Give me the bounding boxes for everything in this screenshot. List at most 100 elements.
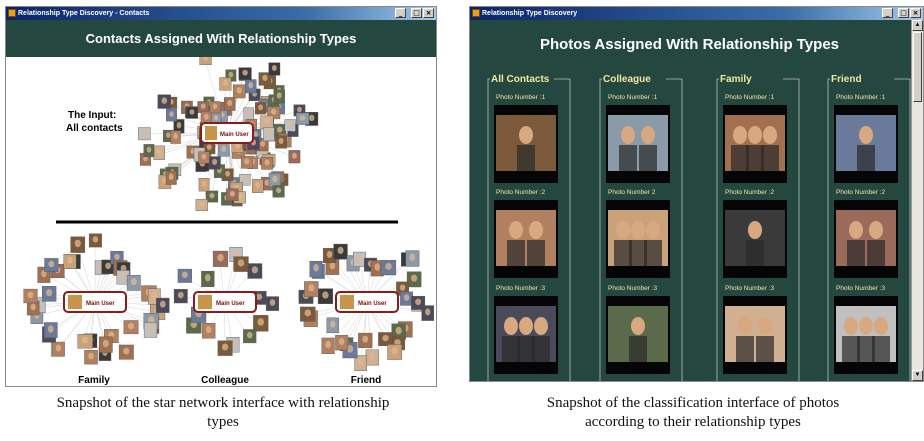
- classified-photo[interactable]: [723, 296, 787, 374]
- contact-photo[interactable]: [126, 275, 141, 291]
- contact-photo[interactable]: [201, 270, 215, 287]
- contact-photo[interactable]: [156, 297, 170, 313]
- main-user-node[interactable]: Main User: [200, 122, 254, 144]
- classified-photo[interactable]: [494, 105, 558, 183]
- contact-photo[interactable]: [406, 271, 422, 288]
- contact-photo[interactable]: [170, 130, 181, 144]
- contact-photo[interactable]: [202, 323, 216, 339]
- classified-photo[interactable]: [723, 200, 787, 278]
- contact-photo[interactable]: [238, 67, 252, 80]
- contact-photo[interactable]: [247, 263, 263, 279]
- contact-photo[interactable]: [233, 256, 249, 272]
- vertical-scrollbar[interactable]: ▲ ▼: [911, 20, 923, 381]
- contact-photo[interactable]: [405, 250, 420, 267]
- classified-photo[interactable]: [723, 105, 787, 183]
- contact-photo[interactable]: [226, 188, 239, 202]
- contact-photo[interactable]: [335, 335, 349, 351]
- contact-photo[interactable]: [243, 329, 257, 344]
- maximize-button[interactable]: □: [411, 8, 422, 18]
- contact-photo[interactable]: [41, 286, 57, 302]
- contact-photo[interactable]: [268, 172, 281, 188]
- contact-photo[interactable]: [380, 260, 397, 276]
- contact-photo[interactable]: [300, 306, 316, 322]
- contact-photo[interactable]: [186, 107, 198, 119]
- contact-photo[interactable]: [199, 57, 212, 66]
- contact-photo[interactable]: [232, 84, 246, 99]
- contact-photo[interactable]: [70, 236, 86, 253]
- contact-photo[interactable]: [295, 112, 310, 125]
- contact-photo[interactable]: [166, 108, 177, 122]
- contact-photo[interactable]: [198, 178, 210, 192]
- contact-photo[interactable]: [268, 62, 281, 76]
- close-button[interactable]: ×: [423, 8, 434, 18]
- friend-main-user-node[interactable]: Main User: [335, 291, 399, 313]
- contact-photo[interactable]: [260, 115, 274, 130]
- contact-photo[interactable]: [326, 317, 339, 334]
- classified-photo[interactable]: [494, 200, 558, 278]
- contact-photo[interactable]: [177, 268, 192, 283]
- contact-photo[interactable]: [153, 145, 165, 160]
- classified-photo[interactable]: [606, 105, 670, 183]
- close-button[interactable]: ×: [910, 8, 921, 18]
- contacts-window-titlebar[interactable]: Relationship Type Discovery - Contacts _…: [6, 7, 436, 20]
- contact-photo[interactable]: [165, 170, 177, 185]
- contact-photo[interactable]: [219, 77, 232, 91]
- contact-photo[interactable]: [138, 127, 151, 141]
- classified-photo[interactable]: [606, 296, 670, 374]
- classified-photo[interactable]: [834, 296, 898, 374]
- contact-photo[interactable]: [77, 333, 93, 349]
- classified-photo[interactable]: [494, 296, 558, 374]
- contact-photo[interactable]: [195, 199, 208, 212]
- scrollbar-thumb[interactable]: [913, 32, 922, 102]
- contact-photo[interactable]: [209, 101, 221, 114]
- contact-photo[interactable]: [273, 89, 285, 104]
- contact-photo[interactable]: [44, 258, 59, 272]
- contact-photo[interactable]: [208, 156, 221, 170]
- contact-photo[interactable]: [317, 288, 333, 304]
- contact-photo[interactable]: [212, 250, 229, 267]
- contact-photo[interactable]: [123, 320, 139, 335]
- contact-photo[interactable]: [88, 233, 102, 248]
- contact-photo[interactable]: [378, 332, 393, 346]
- contact-photo[interactable]: [245, 79, 257, 94]
- contact-photo[interactable]: [353, 251, 366, 267]
- contact-photo[interactable]: [387, 344, 402, 360]
- contact-photo[interactable]: [288, 150, 301, 164]
- contact-photo[interactable]: [400, 291, 413, 306]
- contact-photo[interactable]: [365, 349, 379, 366]
- contact-photo[interactable]: [272, 185, 285, 198]
- contact-photo[interactable]: [217, 340, 233, 356]
- contact-photo[interactable]: [143, 144, 155, 158]
- contact-photo[interactable]: [223, 97, 236, 111]
- contact-photo[interactable]: [197, 101, 209, 113]
- contact-photo[interactable]: [255, 102, 267, 115]
- classified-photo[interactable]: [606, 200, 670, 278]
- contact-photo[interactable]: [84, 350, 98, 365]
- contact-photo[interactable]: [198, 151, 210, 164]
- contact-photo[interactable]: [275, 135, 288, 149]
- contact-photo[interactable]: [411, 295, 426, 310]
- contact-photo[interactable]: [321, 337, 335, 354]
- colleague-main-user-node[interactable]: Main User: [193, 291, 257, 313]
- contact-photo[interactable]: [284, 119, 296, 132]
- contact-photo[interactable]: [52, 341, 65, 357]
- family-main-user-node[interactable]: Main User: [63, 291, 127, 313]
- minimize-button[interactable]: _: [395, 8, 406, 18]
- contact-photo[interactable]: [240, 156, 253, 169]
- contact-photo[interactable]: [43, 322, 58, 339]
- contact-photo[interactable]: [358, 332, 373, 348]
- scroll-up-arrow-icon[interactable]: ▲: [912, 20, 923, 31]
- contact-photo[interactable]: [217, 142, 230, 157]
- contact-photo[interactable]: [157, 94, 171, 109]
- contact-photo[interactable]: [23, 288, 38, 304]
- contact-photo[interactable]: [261, 157, 273, 170]
- contact-photo[interactable]: [26, 300, 40, 316]
- contact-photo[interactable]: [252, 179, 264, 193]
- contact-photo[interactable]: [63, 254, 77, 269]
- contact-photo[interactable]: [173, 289, 188, 304]
- scroll-down-arrow-icon[interactable]: ▼: [912, 370, 923, 381]
- contact-photo[interactable]: [253, 315, 269, 332]
- contact-photo[interactable]: [143, 322, 158, 338]
- contact-photo[interactable]: [263, 127, 275, 142]
- classified-photo[interactable]: [834, 200, 898, 278]
